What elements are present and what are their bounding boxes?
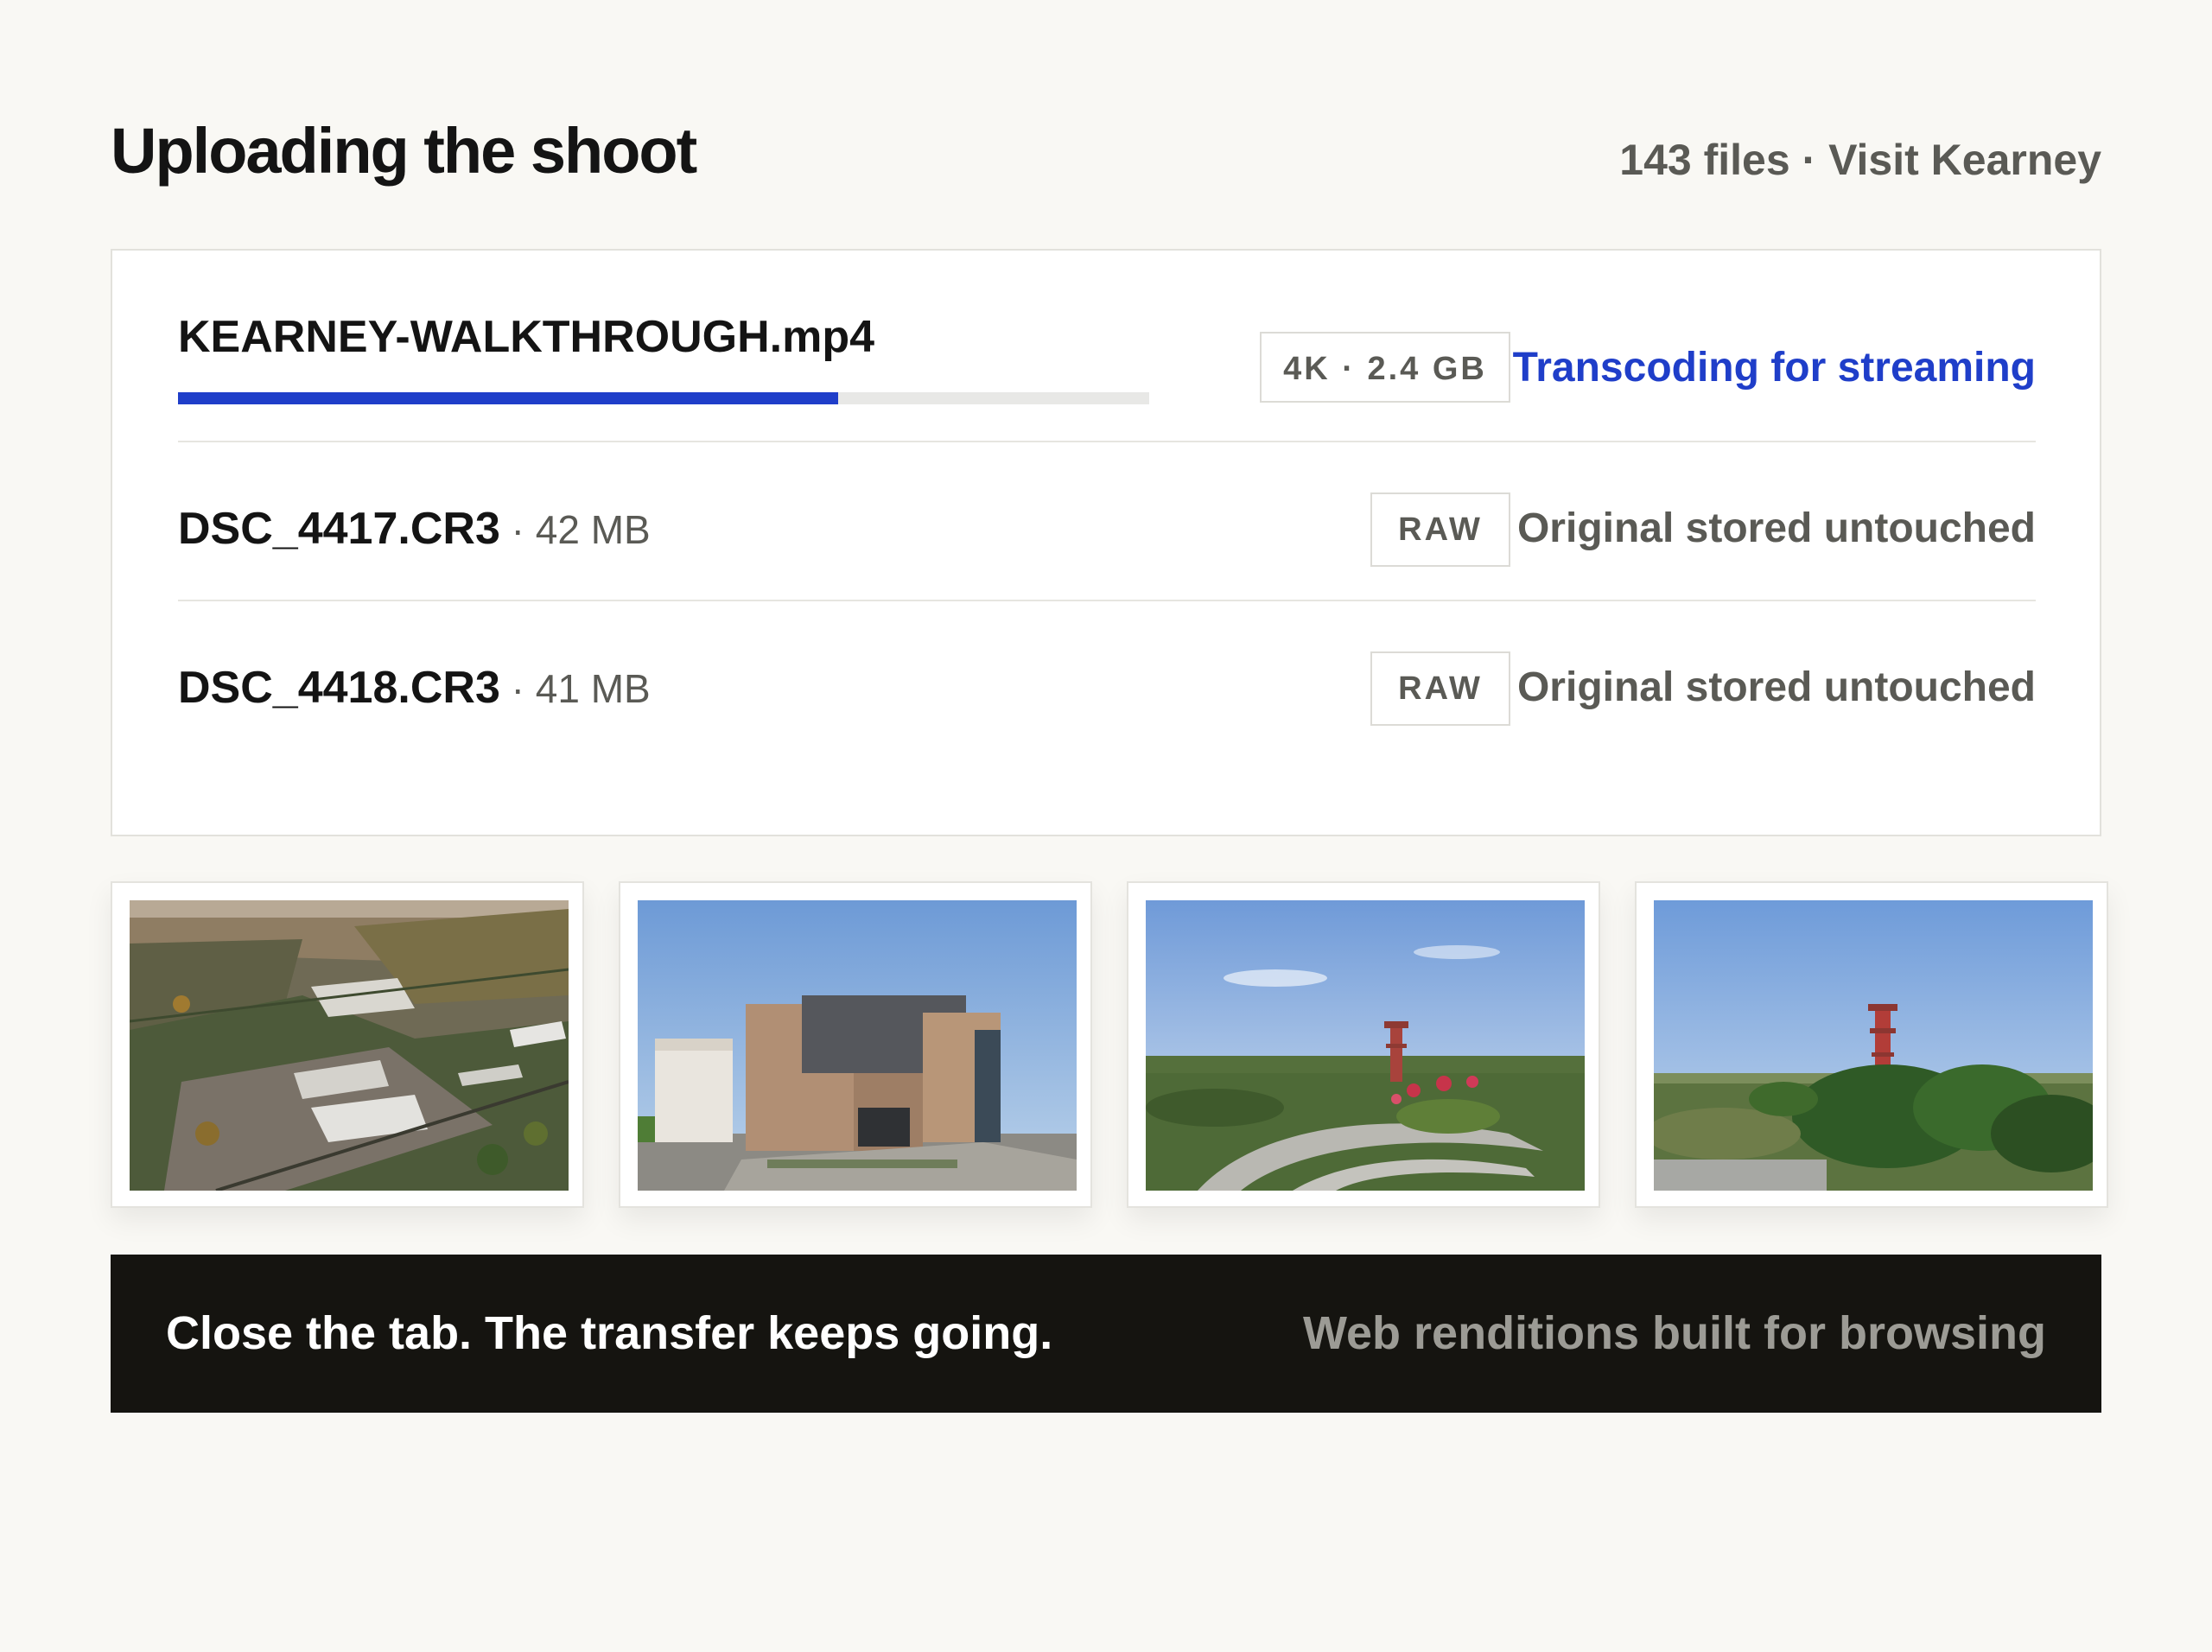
file-badge: RAW: [1370, 651, 1510, 726]
file-name: DSC_4418.CR3 · 41 MB: [178, 653, 651, 723]
file-status: Original stored untouched: [1516, 664, 2036, 710]
file-name-text: KEARNEY-WALKTHROUGH.mp4: [178, 312, 875, 362]
file-name: KEARNEY-WALKTHROUGH.mp4: [178, 302, 874, 372]
page-title: Uploading the shoot: [111, 115, 697, 187]
file-badge: 4K · 2.4 GB: [1260, 332, 1510, 403]
page-header: Uploading the shoot 143 files · Visit Ke…: [111, 112, 2101, 199]
aerial-campus-photo: [130, 900, 569, 1191]
thumbnail-garden-tower[interactable]: [1127, 881, 1600, 1208]
file-size: · 42 MB: [499, 507, 651, 552]
garden-tower-photo: [1146, 900, 1585, 1191]
file-status: Transcoding for streaming: [1512, 345, 2036, 391]
shoot-meta: 143 files · Visit Kearney: [1619, 136, 2101, 184]
upload-progress-bar: [178, 392, 1149, 404]
list-item[interactable]: DSC_4418.CR3 · 41 MB RAW Original stored…: [178, 601, 2036, 759]
banner-message: Close the tab. The transfer keeps going.: [166, 1307, 1053, 1359]
list-item[interactable]: KEARNEY-WALKTHROUGH.mp4 4K · 2.4 GB Tran…: [178, 302, 2036, 442]
file-name-text: DSC_4418.CR3: [178, 663, 500, 713]
file-name: DSC_4417.CR3 · 42 MB: [178, 494, 651, 564]
list-item[interactable]: DSC_4417.CR3 · 42 MB RAW Original stored…: [178, 442, 2036, 601]
file-badge: RAW: [1370, 492, 1510, 567]
upload-progress-fill: [178, 392, 839, 404]
thumbnail-modern-building[interactable]: [619, 881, 1092, 1208]
upload-list: KEARNEY-WALKTHROUGH.mp4 4K · 2.4 GB Tran…: [111, 249, 2101, 836]
thumbnail-aerial-campus[interactable]: [111, 881, 584, 1208]
modern-building-photo: [638, 900, 1077, 1191]
park-tower-photo: [1654, 900, 2093, 1191]
banner-note: Web renditions built for browsing: [1303, 1307, 2046, 1359]
thumbnail-strip: [111, 881, 2115, 1210]
file-name-text: DSC_4417.CR3: [178, 504, 500, 554]
thumbnail-park-tower[interactable]: [1635, 881, 2108, 1208]
background-transfer-banner: Close the tab. The transfer keeps going.…: [111, 1255, 2101, 1413]
file-status: Original stored untouched: [1516, 505, 2036, 551]
file-size: · 41 MB: [499, 666, 651, 711]
